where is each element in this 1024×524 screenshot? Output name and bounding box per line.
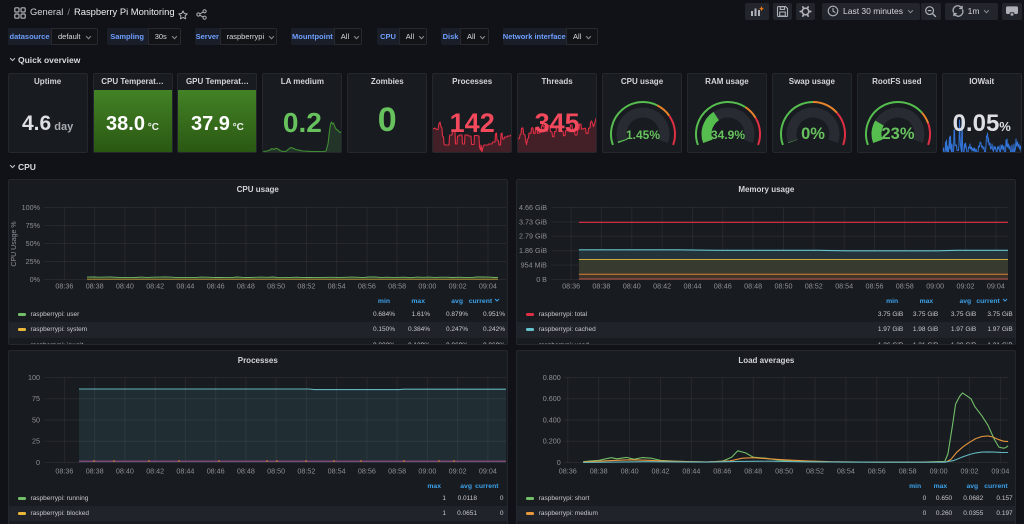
svg-text:08:54: 08:54 (328, 282, 346, 291)
svg-text:100: 100 (28, 373, 40, 382)
svg-text:09:04: 09:04 (479, 467, 497, 476)
svg-text:08:44: 08:44 (176, 282, 194, 291)
svg-text:2.79 GiB: 2.79 GiB (519, 232, 547, 241)
svg-text:08:58: 08:58 (896, 281, 914, 290)
svg-text:08:38: 08:38 (593, 281, 611, 290)
svg-text:08:54: 08:54 (835, 281, 853, 290)
svg-text:0.800: 0.800 (543, 373, 561, 382)
svg-text:08:40: 08:40 (621, 466, 639, 475)
svg-text:08:54: 08:54 (837, 466, 855, 475)
svg-text:08:48: 08:48 (237, 282, 255, 291)
svg-text:08:50: 08:50 (775, 281, 793, 290)
svg-text:0 B: 0 B (536, 275, 547, 284)
svg-text:09:04: 09:04 (479, 282, 497, 291)
svg-text:75%: 75% (26, 221, 41, 230)
svg-text:09:00: 09:00 (930, 466, 948, 475)
svg-text:08:38: 08:38 (86, 467, 104, 476)
svg-text:09:00: 09:00 (418, 282, 436, 291)
svg-text:08:42: 08:42 (652, 466, 670, 475)
svg-text:08:52: 08:52 (805, 281, 823, 290)
svg-text:08:38: 08:38 (86, 282, 104, 291)
svg-text:08:48: 08:48 (744, 466, 762, 475)
svg-text:0.600: 0.600 (543, 394, 561, 403)
svg-text:08:40: 08:40 (116, 282, 134, 291)
svg-text:08:56: 08:56 (866, 281, 884, 290)
svg-text:08:44: 08:44 (176, 467, 194, 476)
svg-text:09:04: 09:04 (992, 466, 1010, 475)
svg-text:0: 0 (36, 458, 40, 467)
svg-text:08:46: 08:46 (713, 466, 731, 475)
svg-text:3.73 GiB: 3.73 GiB (519, 217, 547, 226)
svg-text:08:36: 08:36 (559, 466, 577, 475)
svg-text:08:50: 08:50 (267, 282, 285, 291)
svg-text:0.200: 0.200 (543, 437, 561, 446)
svg-text:08:50: 08:50 (775, 466, 793, 475)
svg-text:08:36: 08:36 (55, 467, 73, 476)
svg-text:1.86 GiB: 1.86 GiB (519, 246, 547, 255)
svg-text:08:36: 08:36 (562, 281, 580, 290)
svg-text:08:58: 08:58 (899, 466, 917, 475)
svg-text:08:56: 08:56 (358, 467, 376, 476)
svg-text:08:56: 08:56 (358, 282, 376, 291)
svg-text:08:38: 08:38 (590, 466, 608, 475)
svg-text:08:36: 08:36 (55, 282, 73, 291)
svg-text:09:02: 09:02 (449, 282, 467, 291)
svg-text:09:02: 09:02 (961, 466, 979, 475)
svg-text:08:48: 08:48 (744, 281, 762, 290)
svg-text:09:00: 09:00 (418, 467, 436, 476)
svg-text:08:52: 08:52 (297, 467, 315, 476)
svg-text:08:52: 08:52 (806, 466, 824, 475)
svg-text:50%: 50% (26, 239, 41, 248)
svg-text:50: 50 (32, 415, 40, 424)
svg-text:954 MiB: 954 MiB (521, 260, 548, 269)
svg-text:34.9%: 34.9% (711, 128, 745, 142)
svg-text:08:58: 08:58 (388, 282, 406, 291)
svg-text:25: 25 (32, 437, 40, 446)
svg-text:75: 75 (32, 394, 40, 403)
svg-text:08:44: 08:44 (683, 466, 701, 475)
svg-text:08:58: 08:58 (388, 467, 406, 476)
svg-text:09:02: 09:02 (449, 467, 467, 476)
svg-text:4.66 GiB: 4.66 GiB (519, 203, 547, 212)
svg-text:09:04: 09:04 (987, 281, 1005, 290)
svg-text:09:00: 09:00 (926, 281, 944, 290)
svg-text:1.45%: 1.45% (626, 128, 660, 142)
svg-text:100%: 100% (22, 203, 41, 212)
svg-text:08:52: 08:52 (297, 282, 315, 291)
svg-text:08:40: 08:40 (116, 467, 134, 476)
svg-text:CPU Usage %: CPU Usage % (11, 221, 18, 266)
svg-text:08:42: 08:42 (653, 281, 671, 290)
svg-text:08:46: 08:46 (207, 282, 225, 291)
svg-text:25%: 25% (26, 257, 41, 266)
svg-text:09:02: 09:02 (957, 281, 975, 290)
svg-text:0.400: 0.400 (543, 415, 561, 424)
svg-text:08:46: 08:46 (714, 281, 732, 290)
svg-text:08:48: 08:48 (237, 467, 255, 476)
svg-text:08:46: 08:46 (207, 467, 225, 476)
svg-text:08:42: 08:42 (146, 282, 164, 291)
svg-text:08:56: 08:56 (868, 466, 886, 475)
svg-text:08:40: 08:40 (623, 281, 641, 290)
svg-text:0%: 0% (801, 125, 825, 143)
svg-text:0%: 0% (30, 275, 41, 284)
svg-text:23%: 23% (881, 125, 914, 143)
svg-text:08:42: 08:42 (146, 467, 164, 476)
svg-text:08:50: 08:50 (267, 467, 285, 476)
svg-text:08:44: 08:44 (684, 281, 702, 290)
svg-text:08:54: 08:54 (328, 467, 346, 476)
